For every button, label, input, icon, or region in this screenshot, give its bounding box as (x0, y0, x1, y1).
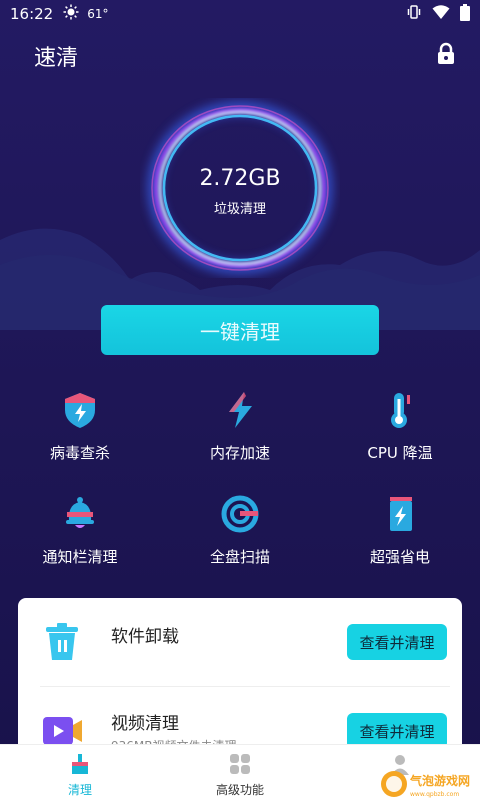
list-item-app-uninstall[interactable]: 软件卸载 查看并清理 (18, 598, 462, 686)
watermark-subtext: www.qpbzb.com (410, 791, 459, 798)
weather-sun-icon (63, 4, 79, 24)
lock-icon[interactable] (434, 42, 458, 66)
tool-memory-boost[interactable]: 内存加速 (160, 380, 320, 480)
tool-label: 内存加速 (209, 444, 270, 462)
broom-icon (72, 754, 88, 774)
tab-label: 高级功能 (215, 783, 264, 797)
battery-icon (460, 3, 470, 25)
status-temperature: 61° (87, 7, 109, 21)
tab-label: 清理 (67, 783, 92, 797)
tool-label: 病毒查杀 (49, 444, 110, 462)
tool-power-saver[interactable]: 超强省电 (320, 484, 480, 584)
vibrate-icon (406, 4, 422, 24)
tool-label: CPU 降温 (367, 444, 433, 462)
view-and-clean-button[interactable]: 查看并清理 (347, 624, 447, 660)
disk-scan-icon (221, 495, 259, 533)
tool-cpu-cooling[interactable]: CPU 降温 (320, 380, 480, 480)
tools-grid: 病毒查杀 内存加速 CPU 降温 通知栏清理 全盘扫描 超强省电 (0, 380, 480, 580)
wifi-icon (432, 4, 450, 24)
grid-icon (230, 754, 250, 774)
status-time: 16:22 (10, 5, 54, 23)
tool-label: 超强省电 (369, 548, 430, 566)
thermometer-icon (391, 393, 410, 428)
app-title: 速清 (34, 46, 79, 71)
junk-size: 2.72GB (199, 166, 281, 191)
tool-full-disk-scan[interactable]: 全盘扫描 (160, 484, 320, 584)
status-bar: 16:22 61° (0, 0, 480, 28)
lightning-icon (229, 392, 252, 428)
tab-advanced[interactable]: 高级功能 (160, 745, 320, 800)
bell-icon (66, 497, 94, 528)
junk-label: 垃圾清理 (213, 202, 266, 217)
tool-label: 通知栏清理 (42, 548, 118, 566)
shield-lightning-icon (65, 393, 95, 428)
watermark-logo: 气泡游戏网 www.qpbzb.com (381, 771, 470, 798)
watermark-text: 气泡游戏网 (409, 773, 470, 788)
trash-icon (46, 623, 78, 660)
clean-card: 软件卸载 查看并清理 视频清理 936MB视频文件未清理 查看并清理 (18, 598, 462, 758)
row-title: 视频清理 (111, 714, 179, 734)
tool-notification-clean[interactable]: 通知栏清理 (0, 484, 160, 584)
one-click-clean-button[interactable]: 一键清理 (101, 305, 379, 355)
row-title: 软件卸载 (111, 627, 179, 647)
battery-saver-icon (390, 497, 412, 531)
tab-clean[interactable]: 清理 (0, 745, 160, 800)
tool-virus-scan[interactable]: 病毒查杀 (0, 380, 160, 480)
tool-label: 全盘扫描 (209, 548, 270, 566)
